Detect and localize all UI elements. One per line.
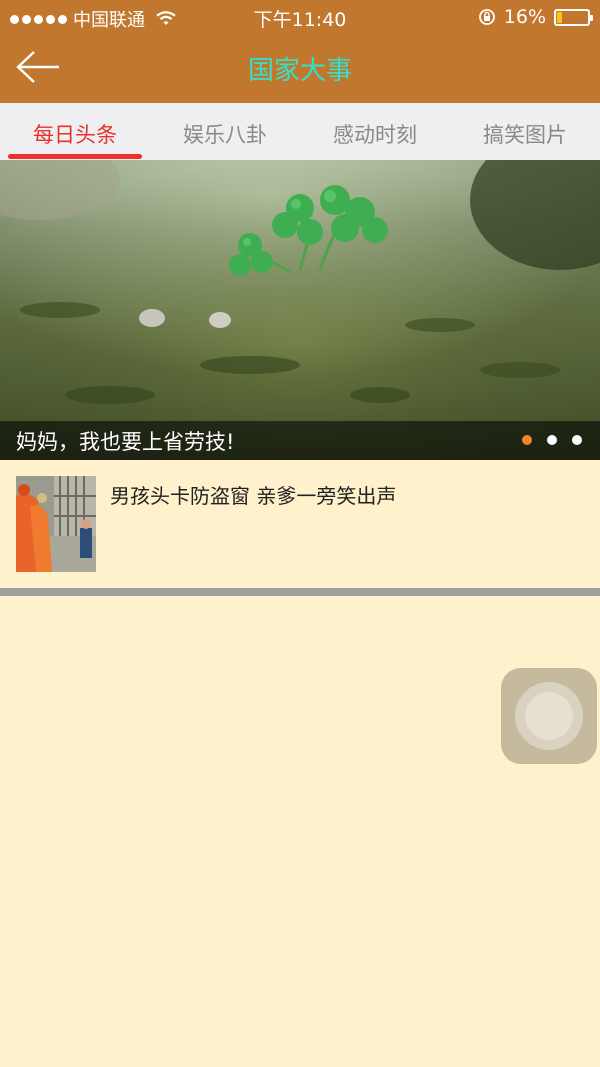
page-title: 国家大事 (247, 56, 352, 86)
banner-carousel[interactable]: 妈妈，我也要上省劳技! (0, 160, 600, 460)
tab-label: 感动时刻 (333, 123, 417, 147)
tab-label: 娱乐八卦 (183, 123, 267, 147)
battery-fill (557, 11, 562, 23)
status-bar: 中国联通 下午11:40 16% (0, 0, 600, 34)
news-thumbnail (16, 476, 96, 572)
nav-bar: 国家大事 (0, 34, 600, 103)
news-title: 男孩头卡防盗窗 亲爹一旁笑出声 (110, 484, 397, 508)
carousel-dot[interactable] (572, 435, 582, 445)
category-tabs: 每日头条 娱乐八卦 感动时刻 搞笑图片 (0, 103, 600, 160)
assistive-touch-button[interactable] (501, 668, 597, 764)
tab-label: 每日头条 (33, 123, 117, 147)
battery-icon (554, 8, 593, 26)
tab-touching-moments[interactable]: 感动时刻 (300, 103, 450, 160)
banner-caption: 妈妈，我也要上省劳技! (16, 430, 235, 454)
rotation-lock-icon (478, 9, 495, 25)
banner-image (0, 160, 600, 460)
carousel-dots (522, 435, 582, 445)
tab-entertainment[interactable]: 娱乐八卦 (150, 103, 300, 160)
carousel-dot[interactable] (522, 435, 532, 445)
status-right: 16% (478, 6, 593, 28)
tab-daily-headlines[interactable]: 每日头条 (0, 103, 150, 160)
header: 中国联通 下午11:40 16% 国家大事 (0, 0, 600, 103)
carousel-dot[interactable] (547, 435, 557, 445)
battery-percent: 16% (503, 6, 546, 28)
active-tab-indicator (8, 154, 142, 159)
banner-caption-bar: 妈妈，我也要上省劳技! (0, 421, 600, 460)
tab-funny-pictures[interactable]: 搞笑图片 (450, 103, 600, 160)
assistive-touch-core (525, 692, 573, 740)
list-divider (0, 588, 600, 596)
tab-label: 搞笑图片 (483, 123, 567, 147)
news-list-item[interactable]: 男孩头卡防盗窗 亲爹一旁笑出声 (0, 460, 600, 588)
